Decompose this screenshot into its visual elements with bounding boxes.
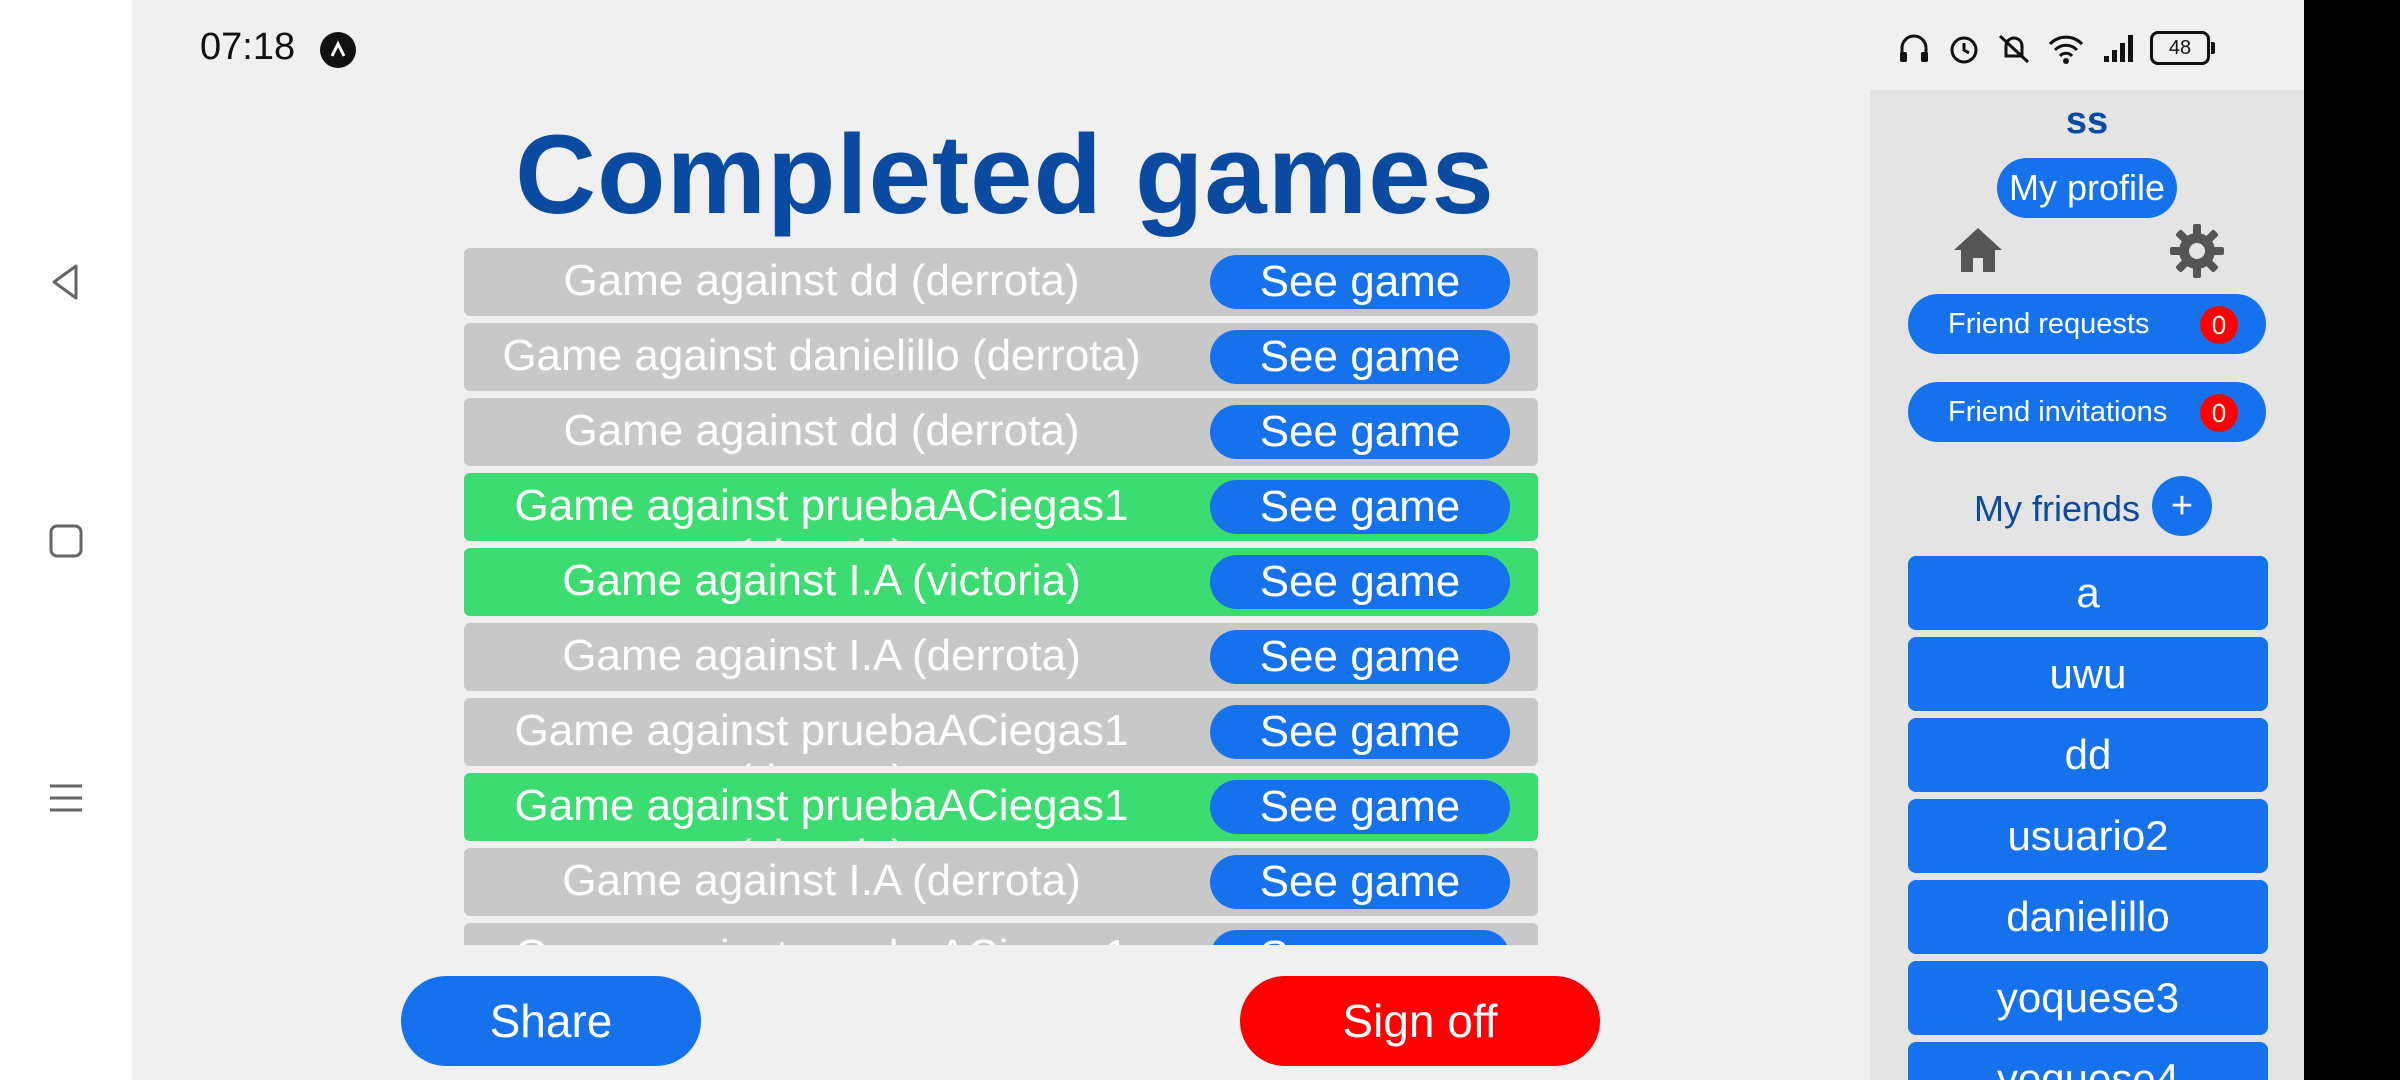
signal-icon [2104, 35, 2133, 62]
game-label: Game against I.A (derrota) [562, 856, 1081, 905]
my-friends-label: My friends [1974, 488, 2141, 529]
friend-requests-button[interactable]: Friend requests 0 [1908, 294, 2266, 354]
game-label: Game against dd (derrota) [563, 406, 1080, 455]
my-profile-button[interactable]: My profile [1997, 158, 2177, 218]
game-label: Game against dd (derrota) [563, 256, 1080, 305]
game-label: Game against I.A (derrota) [562, 631, 1081, 680]
game-label: Game against pruebaACiegas1 (victoria) [514, 781, 1129, 841]
page-title: Completed games [515, 112, 1495, 237]
side-panel: ss My profile Friend requests 0 Friend i… [1870, 90, 2304, 1080]
home-system-button[interactable] [38, 513, 94, 569]
game-label: Game against I.A (victoria) [562, 556, 1081, 605]
game-label: Game against pruebaACiegas1 [464, 931, 1179, 945]
friend-requests-badge: 0 [2200, 306, 2238, 344]
game-row: Game against pruebaACiegas1 See game [464, 923, 1538, 945]
game-label: Game against danielillo (derrota) [502, 331, 1141, 380]
see-game-button[interactable]: See game [1210, 930, 1510, 945]
friends-list[interactable]: a uwu dd usuario2 danielillo yoquese3 yo… [1908, 556, 2268, 1080]
game-row: Game against I.A (derrota) See game [464, 848, 1538, 916]
friend-invitations-button[interactable]: Friend invitations 0 [1908, 382, 2266, 442]
see-game-button[interactable]: See game [1210, 630, 1510, 684]
alarm-icon [1950, 36, 1978, 64]
friend-item[interactable]: yoquese4 [1908, 1042, 2268, 1080]
gear-icon[interactable] [2168, 222, 2226, 280]
see-game-button[interactable]: See game [1210, 330, 1510, 384]
game-row: Game against danielillo (derrota) See ga… [464, 323, 1538, 391]
username: ss [2065, 100, 2109, 142]
game-row: Game against dd (derrota) See game [464, 248, 1538, 316]
games-list[interactable]: Game against dd (derrota) See game Game … [464, 248, 1538, 945]
wifi-icon [2048, 35, 2084, 64]
friend-requests-label: Friend requests [1948, 307, 2150, 340]
add-friend-button[interactable]: + [2152, 476, 2212, 536]
see-game-button[interactable]: See game [1210, 255, 1510, 309]
headphones-icon [1900, 34, 1928, 62]
game-label: Game against pruebaACiegas1 (derrota) [514, 706, 1129, 766]
friend-item[interactable]: a [1908, 556, 2268, 630]
game-label: Game against pruebaACiegas1 (victoria) [514, 481, 1129, 541]
see-game-button[interactable]: See game [1210, 405, 1510, 459]
muted-bell-icon [1998, 34, 2030, 64]
system-navigation-bar [0, 0, 132, 1080]
back-button[interactable] [38, 254, 94, 310]
recents-button[interactable] [38, 770, 94, 826]
friend-item[interactable]: usuario2 [1908, 799, 2268, 873]
home-square-icon [49, 524, 83, 558]
see-game-button[interactable]: See game [1210, 480, 1510, 534]
friend-item[interactable]: danielillo [1908, 880, 2268, 954]
friend-invitations-badge: 0 [2200, 394, 2238, 432]
game-row: Game against dd (derrota) See game [464, 398, 1538, 466]
see-game-button[interactable]: See game [1210, 780, 1510, 834]
friend-item[interactable]: yoquese3 [1908, 961, 2268, 1035]
menu-icon [50, 784, 82, 812]
friend-item[interactable]: uwu [1908, 637, 2268, 711]
app-notification-icon [320, 32, 356, 68]
screen-edge [2304, 0, 2400, 1080]
see-game-button[interactable]: See game [1210, 705, 1510, 759]
battery-icon: 48 [2150, 31, 2215, 65]
see-game-button[interactable]: See game [1210, 855, 1510, 909]
friend-item[interactable]: dd [1908, 718, 2268, 792]
back-icon [52, 264, 78, 300]
game-row: Game against I.A (victoria) See game [464, 548, 1538, 616]
friend-invitations-label: Friend invitations [1948, 395, 2168, 428]
game-row: Game against pruebaACiegas1 (victoria) S… [464, 773, 1538, 841]
status-icons: 48 [1896, 30, 2215, 66]
share-button[interactable]: Share [401, 976, 701, 1066]
sign-off-button[interactable]: Sign off [1240, 976, 1600, 1066]
see-game-button[interactable]: See game [1210, 555, 1510, 609]
game-row: Game against pruebaACiegas1 (victoria) S… [464, 473, 1538, 541]
home-icon[interactable] [1950, 222, 2006, 278]
status-time: 07:18 [200, 26, 296, 68]
game-row: Game against I.A (derrota) See game [464, 623, 1538, 691]
game-row: Game against pruebaACiegas1 (derrota) Se… [464, 698, 1538, 766]
